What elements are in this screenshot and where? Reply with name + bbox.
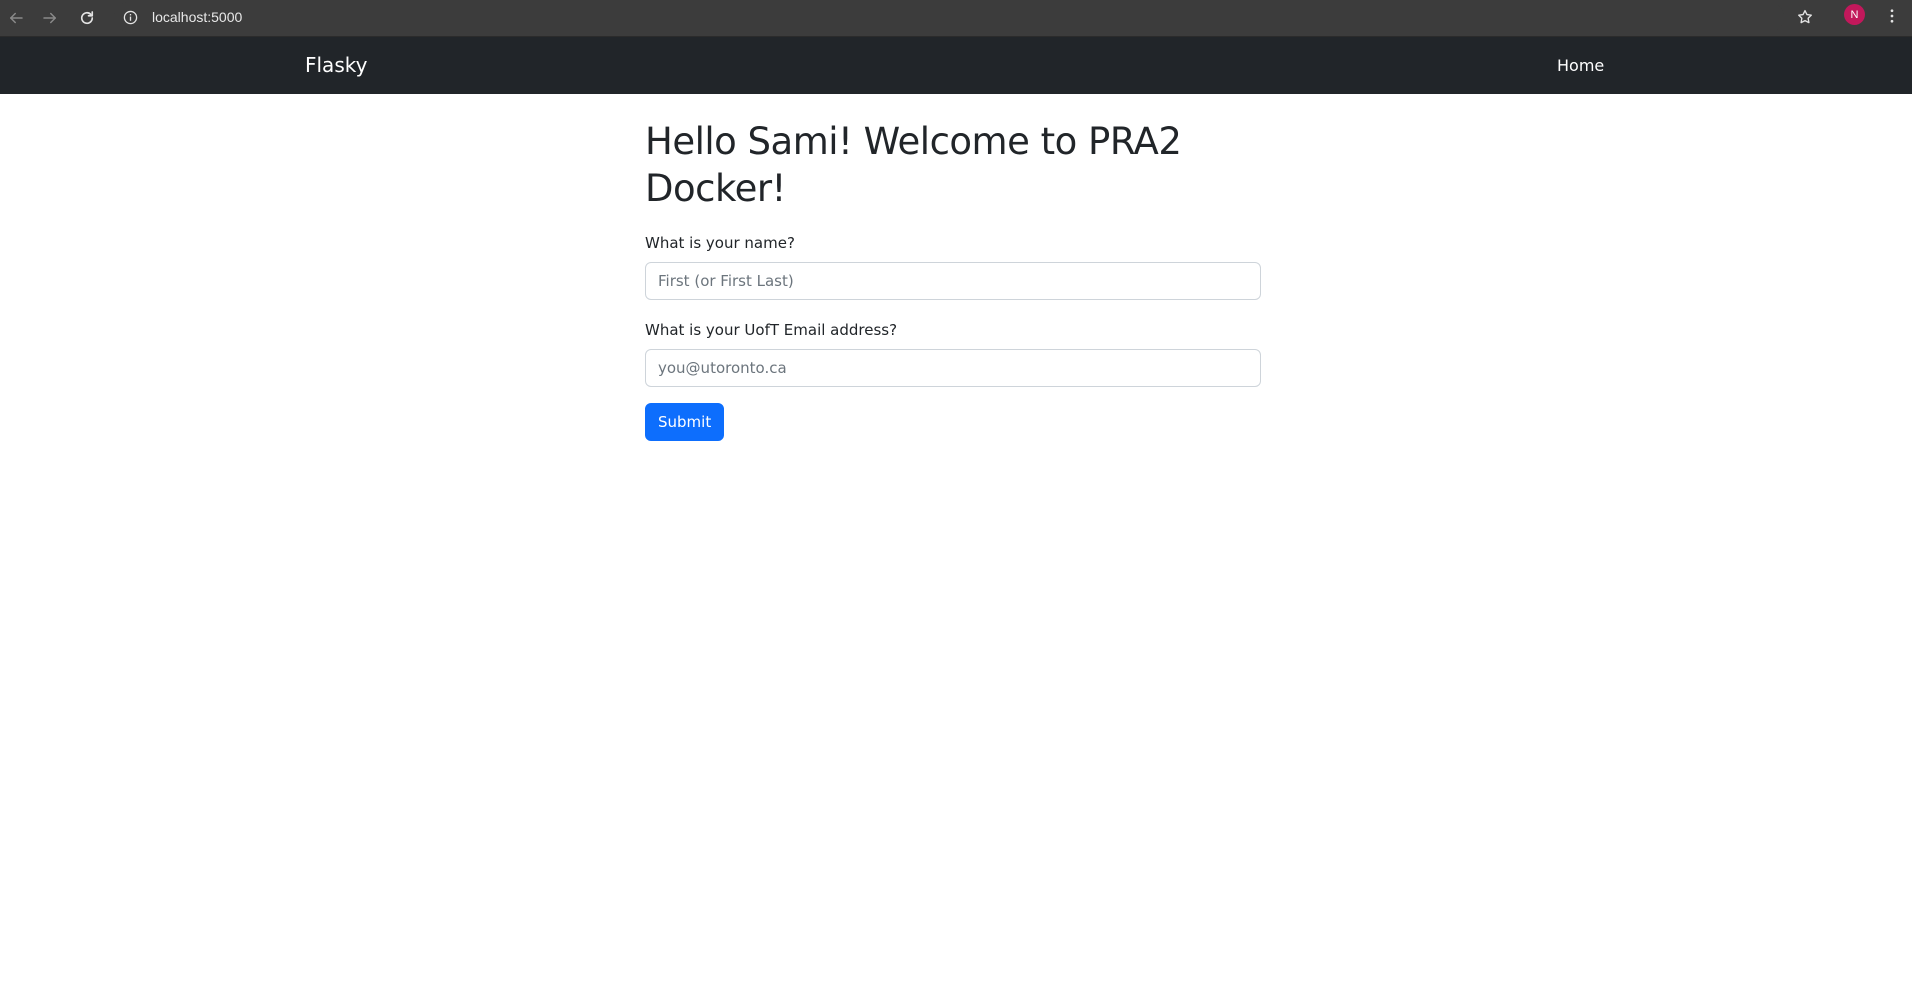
page-title: Hello Sami! Welcome to PRA2 Docker!: [645, 120, 1182, 210]
email-input[interactable]: [645, 349, 1261, 387]
reload-icon[interactable]: [73, 4, 101, 32]
signup-form: What is your name? What is your UofT Ema…: [645, 232, 1261, 441]
info-icon[interactable]: [122, 9, 138, 25]
submit-button[interactable]: Submit: [645, 403, 725, 441]
main-content: Hello Sami! Welcome to PRA2 Docker! What…: [645, 94, 1261, 441]
email-label: What is your UofT Email address?: [645, 321, 898, 339]
browser-toolbar: localhost:5000 N: [0, 0, 1912, 37]
back-arrow-icon[interactable]: [2, 4, 30, 32]
nav-link-home[interactable]: Home: [1557, 37, 1604, 94]
app-navbar: Flasky Home: [0, 37, 1912, 94]
bookmark-star-icon[interactable]: [1793, 5, 1817, 29]
navbar-brand[interactable]: Flasky: [305, 37, 367, 94]
profile-avatar[interactable]: N: [1844, 4, 1865, 25]
kebab-menu-icon[interactable]: [1880, 4, 1904, 28]
name-label: What is your name?: [645, 234, 795, 252]
name-input[interactable]: [645, 262, 1261, 300]
url-text[interactable]: localhost:5000: [152, 9, 242, 25]
address-bar[interactable]: localhost:5000: [114, 2, 1784, 32]
forward-arrow-icon[interactable]: [36, 4, 64, 32]
